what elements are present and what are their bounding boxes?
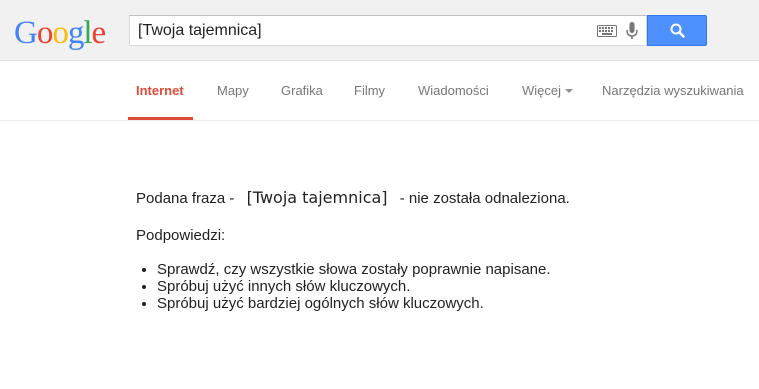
search-box [129,15,647,46]
search-input[interactable] [138,16,578,45]
tab-label: Więcej [522,83,562,98]
list-item: Spróbuj użyć bardziej ogólnych słów kluc… [157,295,657,312]
keyboard-icon[interactable] [597,25,617,37]
magnifier-icon [670,23,685,38]
tab-label: Internet [136,83,184,98]
logo-letter: e [91,15,107,51]
hints-list: Sprawdź, czy wszystkie słowa zostały pop… [157,261,657,312]
message-suffix: - nie została odnaleziona. [399,190,570,207]
logo-letter: g [67,15,84,51]
logo-letter: G [14,15,38,51]
tab-grafika[interactable]: Grafika [281,61,323,120]
microphone-icon[interactable] [626,22,638,40]
tab-label: Narzędzia wyszukiwania [602,83,744,98]
chevron-down-icon [565,88,574,93]
tab-internet[interactable]: Internet [128,61,193,120]
tab-wiadomosci[interactable]: Wiadomości [418,61,489,120]
hints-title: Podpowiedzi: [136,227,226,244]
search-tabs: Internet Mapy Grafika Filmy Wiadomości W… [0,61,759,121]
no-results-message: Podana fraza - [Twoja tajemnica] - nie z… [136,185,570,212]
tab-label: Grafika [281,83,323,98]
message-prefix: Podana fraza - [136,190,235,207]
tab-search-tools[interactable]: Narzędzia wyszukiwania [602,61,744,120]
logo-letter: o [36,15,53,51]
header-bar: Google [0,0,759,61]
logo-letter: o [52,15,68,51]
tab-label: Filmy [354,83,386,98]
tab-label: Mapy [217,83,249,98]
google-logo[interactable]: Google [14,13,107,53]
tab-mapy[interactable]: Mapy [217,61,249,120]
tab-wiecej[interactable]: Więcej [522,61,574,120]
message-query: [Twoja tajemnica] [246,188,388,207]
list-item: Spróbuj użyć innych słów kluczowych. [157,278,657,295]
tab-filmy[interactable]: Filmy [354,61,385,120]
list-item: Sprawdź, czy wszystkie słowa zostały pop… [157,261,657,278]
search-button[interactable] [647,15,707,46]
tab-label: Wiadomości [418,83,489,98]
logo-letter: l [83,15,92,51]
